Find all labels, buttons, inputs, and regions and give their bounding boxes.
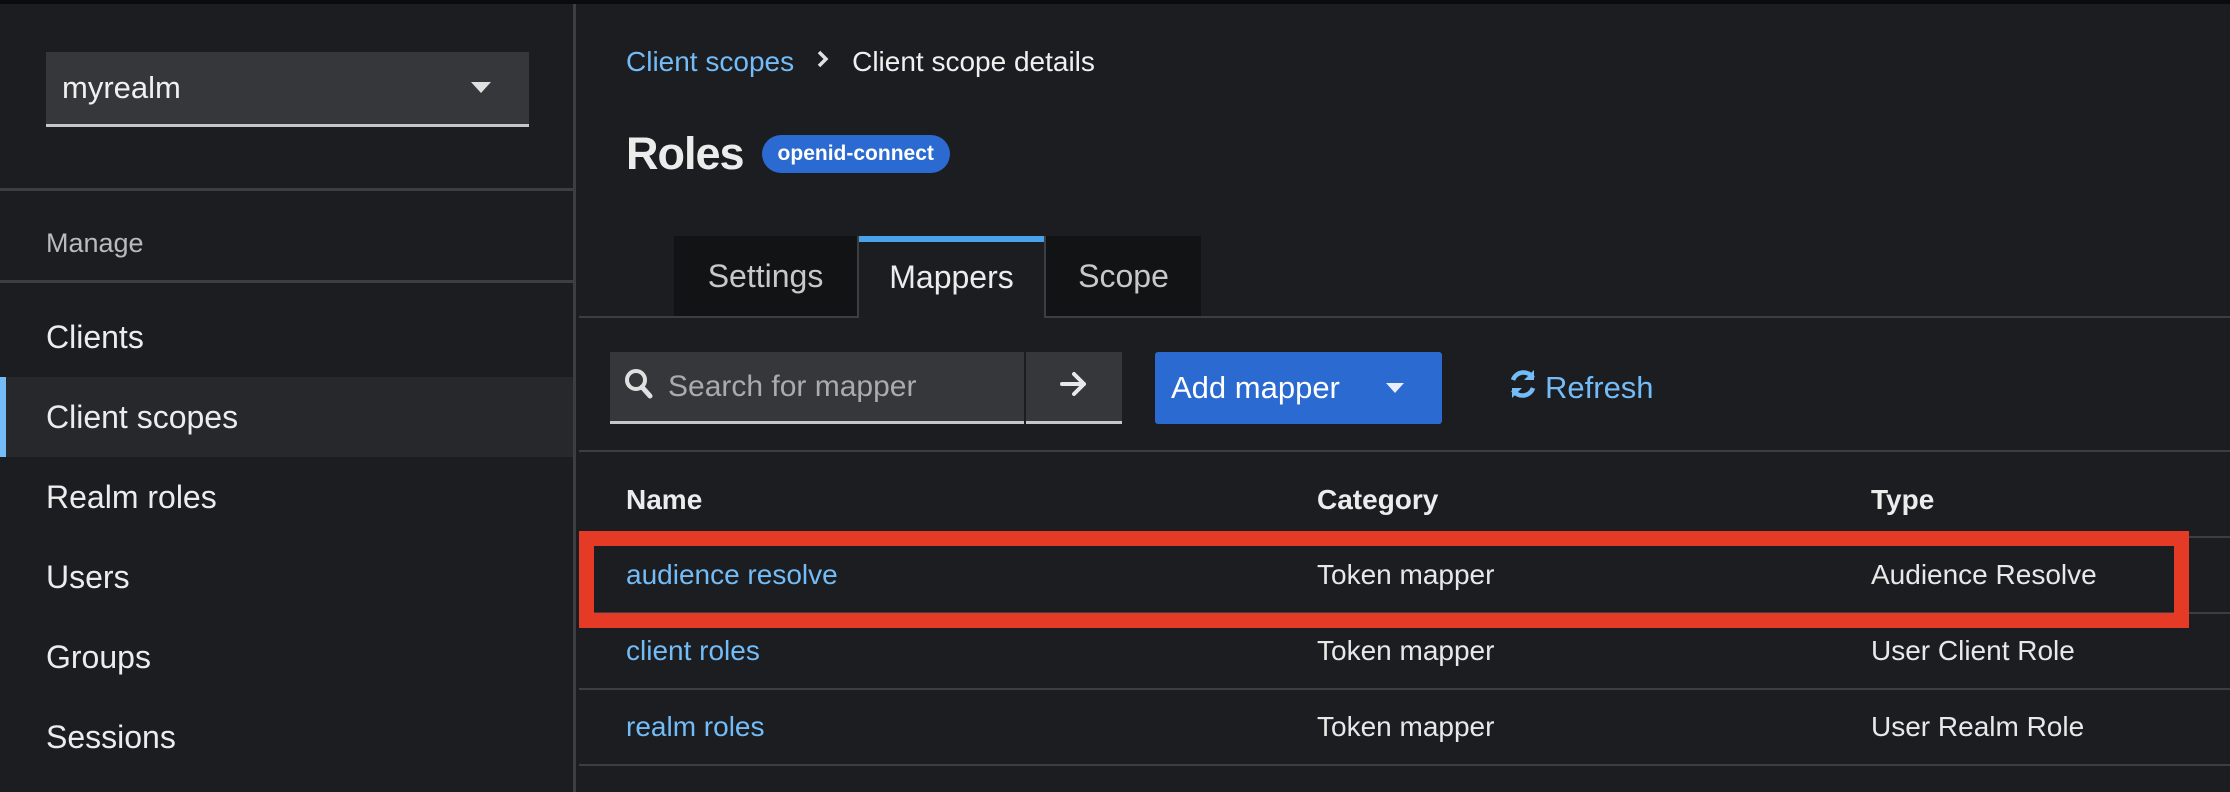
- breadcrumb: Client scopes Client scope details: [626, 46, 1095, 78]
- mapper-name-link[interactable]: audience resolve: [626, 559, 838, 591]
- tab-label: Scope: [1078, 257, 1169, 294]
- protocol-badge: openid-connect: [761, 135, 950, 173]
- caret-down-icon: [1386, 383, 1404, 393]
- table-row: client roles Token mapper User Client Ro…: [579, 614, 2230, 690]
- sidebar-section-title: Manage: [46, 228, 144, 258]
- mapper-category: Token mapper: [1317, 711, 1495, 742]
- tab-mappers[interactable]: Mappers: [857, 236, 1046, 318]
- sidebar-item-client-scopes[interactable]: Client scopes: [0, 377, 573, 457]
- chevron-right-icon: [816, 48, 830, 76]
- mapper-type: User Realm Role: [1871, 711, 2085, 742]
- mapper-category: Token mapper: [1317, 559, 1495, 590]
- breadcrumb-client-scopes-link[interactable]: Client scopes: [626, 46, 794, 78]
- sidebar-item-label: Clients: [46, 318, 144, 355]
- add-mapper-label: Add mapper: [1171, 370, 1340, 405]
- sidebar-item-label: Groups: [46, 638, 151, 675]
- tab-scope[interactable]: Scope: [1046, 236, 1201, 316]
- mapper-type: User Client Role: [1871, 635, 2075, 666]
- sidebar-item-realm-roles[interactable]: Realm roles: [0, 457, 573, 537]
- sidebar-item-groups[interactable]: Groups: [0, 617, 573, 697]
- page-header: Roles openid-connect: [626, 128, 950, 180]
- refresh-label: Refresh: [1545, 370, 1654, 405]
- realm-selector[interactable]: myrealm: [46, 52, 529, 127]
- sidebar-divider: [0, 280, 573, 283]
- table-row: realm roles Token mapper User Realm Role: [579, 690, 2230, 766]
- search-submit-button[interactable]: [1026, 352, 1122, 424]
- search-icon: [624, 368, 654, 405]
- sidebar-item-users[interactable]: Users: [0, 537, 573, 617]
- toolbar-divider: [579, 450, 2230, 452]
- refresh-button[interactable]: Refresh: [1507, 352, 1654, 424]
- table-row: audience resolve Token mapper Audience R…: [579, 538, 2230, 614]
- tab-label: Mappers: [889, 258, 1014, 295]
- page-title: Roles: [626, 128, 745, 179]
- sidebar-item-clients[interactable]: Clients: [0, 297, 573, 377]
- sidebar-item-label: Realm roles: [46, 478, 217, 515]
- sync-icon: [1507, 367, 1545, 409]
- search-box: [610, 352, 1024, 424]
- tab-bar-baseline: [579, 316, 2230, 318]
- search-input[interactable]: [668, 369, 998, 404]
- sidebar-item-label: Client scopes: [46, 398, 239, 435]
- arrow-right-icon: [1059, 370, 1089, 403]
- tab-bar: Settings Mappers Scope: [579, 236, 2230, 318]
- sidebar: myrealm Manage Clients Client scopes Rea…: [0, 4, 576, 792]
- sidebar-divider: [0, 188, 573, 191]
- mapper-name-link[interactable]: realm roles: [626, 711, 764, 743]
- sidebar-item-label: Sessions: [46, 718, 176, 755]
- realm-selector-value: myrealm: [62, 70, 181, 105]
- add-mapper-button[interactable]: Add mapper: [1155, 352, 1442, 424]
- caret-down-icon: [471, 82, 491, 93]
- mapper-type: Audience Resolve: [1871, 559, 2097, 590]
- main-content: Client scopes Client scope details Roles…: [579, 4, 2230, 792]
- tab-label: Settings: [707, 257, 824, 294]
- breadcrumb-current: Client scope details: [852, 46, 1095, 77]
- mapper-category: Token mapper: [1317, 635, 1495, 666]
- sidebar-item-label: Users: [46, 558, 130, 595]
- toolbar: Add mapper Refresh: [579, 348, 2230, 452]
- mapper-name-link[interactable]: client roles: [626, 635, 760, 667]
- table-header-row: [579, 464, 2230, 538]
- sidebar-item-sessions[interactable]: Sessions: [0, 697, 573, 777]
- tab-settings[interactable]: Settings: [674, 236, 857, 316]
